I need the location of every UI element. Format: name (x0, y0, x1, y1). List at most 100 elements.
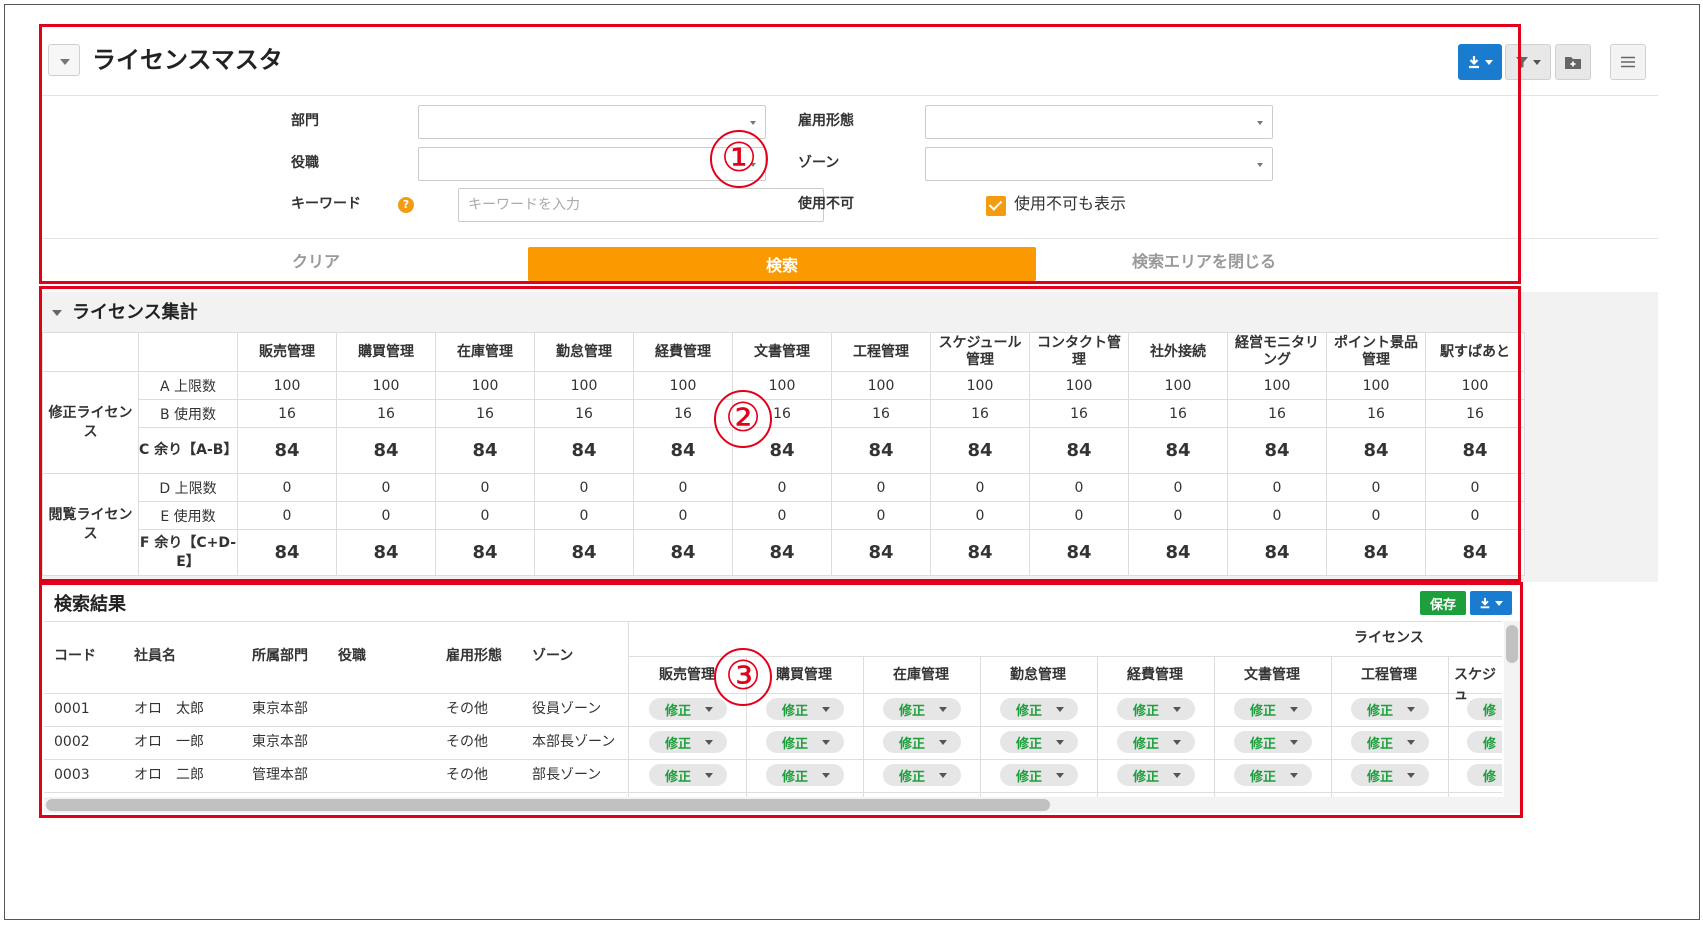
license-select[interactable]: 修正 (1000, 731, 1078, 753)
col-employment[interactable]: 雇用形態 (446, 646, 502, 666)
license-col-header[interactable]: 工程管理 (1361, 665, 1417, 685)
search-button[interactable]: 検索 (528, 247, 1036, 281)
empty-header-cell (138, 332, 238, 372)
summary-value-cell: 100 (1029, 371, 1129, 400)
license-select[interactable]: 修正 (1234, 731, 1312, 753)
cell-code: 0001 (54, 701, 90, 717)
license-select[interactable]: 修 (1467, 764, 1502, 786)
license-select-value: 修正 (1250, 703, 1277, 719)
chevron-down-icon (939, 706, 948, 712)
folder-plus-icon (1565, 56, 1581, 69)
summary-value-cell: 84 (1128, 427, 1228, 474)
clear-button[interactable]: クリア (292, 251, 340, 273)
zone-select[interactable] (925, 147, 1273, 181)
summary-value-cell: 84 (1128, 529, 1228, 576)
summary-value-cell: 0 (1029, 473, 1129, 502)
license-select[interactable]: 修正 (883, 764, 961, 786)
license-select[interactable]: 修 (1467, 698, 1502, 720)
summary-row-label: D 上限数 (138, 473, 238, 502)
license-select[interactable]: 修正 (766, 698, 844, 720)
summary-col-header: 勤怠管理 (534, 332, 634, 372)
summary-value-cell: 0 (237, 473, 337, 502)
save-button[interactable]: 保存 (1420, 591, 1466, 615)
cell-dept: 東京本部 (252, 734, 308, 750)
license-col-header[interactable]: 販売管理 (659, 665, 715, 685)
summary-value-cell: 0 (1425, 473, 1525, 502)
license-select[interactable]: 修正 (1351, 698, 1429, 720)
horizontal-scroll-thumb[interactable] (46, 799, 1050, 811)
license-select[interactable]: 修正 (1234, 764, 1312, 786)
license-select[interactable]: 修正 (1351, 764, 1429, 786)
license-select[interactable]: 修正 (1351, 731, 1429, 753)
license-col-header[interactable]: 勤怠管理 (1010, 665, 1066, 685)
help-icon[interactable]: ? (398, 197, 414, 213)
license-select[interactable]: 修正 (883, 731, 961, 753)
summary-row-label: C 余り【A-B】 (138, 427, 238, 474)
license-select[interactable]: 修正 (883, 698, 961, 720)
license-select-value: 修正 (1367, 736, 1394, 752)
license-select[interactable]: 修正 (766, 731, 844, 753)
cell-name: オロ 太郎 (134, 701, 204, 717)
chevron-down-icon[interactable] (48, 44, 80, 76)
add-folder-button[interactable] (1555, 44, 1591, 80)
license-select[interactable]: 修正 (1234, 698, 1312, 720)
col-position[interactable]: 役職 (338, 646, 366, 666)
results-grid: コード 社員名 所属部門 役職 雇用形態 ゾーン ライセンス 販売管理 購買管理 在… (44, 621, 1502, 797)
license-select-value: 修正 (665, 736, 692, 752)
summary-value-cell: 16 (1425, 399, 1525, 428)
license-select[interactable]: 修正 (1117, 764, 1195, 786)
col-code[interactable]: コード (54, 646, 96, 666)
summary-value-cell: 84 (1326, 529, 1426, 576)
license-select[interactable]: 修 (1467, 731, 1502, 753)
search-actions: クリア 検索 検索エリアを閉じる (40, 238, 1658, 284)
license-col-header[interactable]: 文書管理 (1244, 665, 1300, 685)
cell-employment: その他 (446, 701, 488, 717)
filter-button[interactable] (1505, 44, 1551, 80)
menu-icon (1621, 56, 1635, 68)
keyword-input[interactable] (458, 188, 824, 222)
cell-zone: 役員ゾーン (532, 701, 602, 717)
license-select[interactable]: 修正 (1000, 698, 1078, 720)
vertical-scroll-thumb[interactable] (1506, 625, 1518, 663)
license-select[interactable]: 修正 (649, 698, 727, 720)
download-button[interactable] (1458, 44, 1502, 80)
summary-value-cell: 100 (1227, 371, 1327, 400)
summary-col-header: 経営モニタリング (1227, 332, 1327, 372)
download-icon (1469, 56, 1479, 69)
summary-title[interactable]: ライセンス集計 (52, 300, 198, 326)
license-select[interactable]: 修正 (1000, 764, 1078, 786)
show-disabled-checkbox[interactable] (986, 196, 1006, 216)
chevron-down-icon (1290, 706, 1299, 712)
results-title: 検索結果 (54, 594, 126, 615)
chevron-down-icon (1056, 739, 1065, 745)
license-select[interactable]: 修正 (649, 764, 727, 786)
license-select[interactable]: 修正 (1117, 731, 1195, 753)
license-select[interactable]: 修正 (1117, 698, 1195, 720)
license-col-header[interactable]: 経費管理 (1127, 665, 1183, 685)
license-col-header[interactable]: 在庫管理 (893, 665, 949, 685)
summary-row-label: E 使用数 (138, 501, 238, 530)
cell-dept: 東京本部 (252, 701, 308, 717)
close-search-button[interactable]: 検索エリアを閉じる (1132, 251, 1276, 273)
summary-value-cell: 0 (732, 501, 832, 530)
summary-header-row: 販売管理 購買管理 在庫管理 勤怠管理 経費管理 文書管理 工程管理 スケジュー… (42, 332, 1525, 372)
department-select[interactable] (418, 105, 766, 139)
chevron-down-icon (1495, 600, 1503, 606)
show-disabled-label[interactable]: 使用不可も表示 (1014, 193, 1126, 215)
license-col-header[interactable]: 購買管理 (776, 665, 832, 685)
employment-select[interactable] (925, 105, 1273, 139)
cell-dept: 管理本部 (252, 767, 308, 783)
employment-label: 雇用形態 (798, 113, 854, 129)
summary-value-cell: 84 (633, 529, 733, 576)
col-zone[interactable]: ゾーン (532, 646, 573, 666)
license-select[interactable]: 修正 (649, 731, 727, 753)
summary-value-cell: 0 (633, 501, 733, 530)
license-select[interactable]: 修正 (766, 764, 844, 786)
license-select-value: 修正 (899, 703, 926, 719)
menu-button[interactable] (1610, 44, 1646, 80)
results-download-button[interactable] (1470, 591, 1512, 615)
col-dept[interactable]: 所属部門 (252, 646, 308, 666)
col-name[interactable]: 社員名 (134, 646, 176, 666)
summary-col-header: 購買管理 (336, 332, 436, 372)
chevron-down-icon (822, 772, 831, 778)
